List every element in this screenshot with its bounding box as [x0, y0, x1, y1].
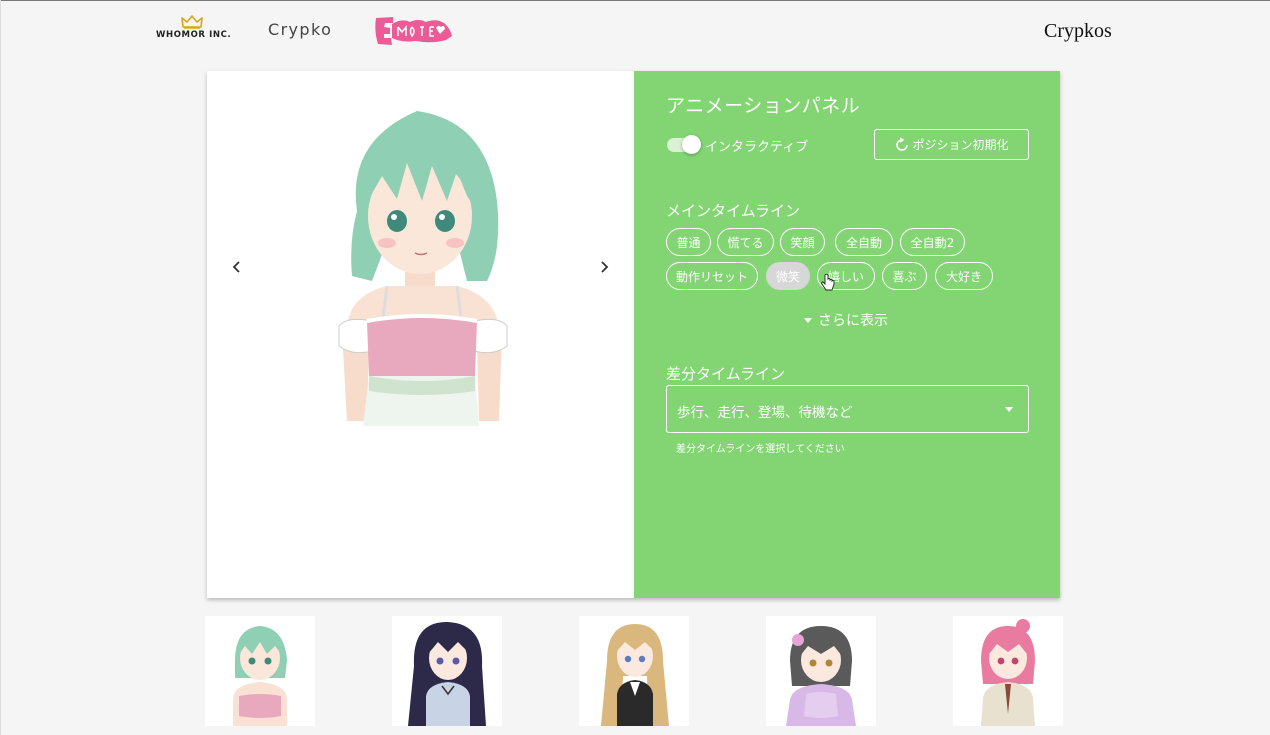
position-reset-label: ポジション初期化 — [912, 138, 1009, 152]
character-viewer[interactable] — [207, 71, 634, 598]
hand-cursor-icon — [821, 274, 835, 291]
refresh-icon — [896, 136, 909, 151]
chip-awateru[interactable]: 慌てる — [717, 228, 774, 256]
character-thumb-1 — [233, 626, 287, 726]
diff-timeline-placeholder: 歩行、走行、登場、待機など — [677, 405, 853, 421]
chip-zenjidou2[interactable]: 全自動2 — [900, 228, 965, 256]
thumbnail-4[interactable] — [766, 616, 876, 726]
prev-button[interactable] — [225, 257, 249, 281]
chip-bishou[interactable]: 微笑 — [766, 262, 810, 290]
interactive-toggle-label: インタラクティブ — [705, 140, 809, 155]
thumbnail-2[interactable] — [392, 616, 502, 726]
chip-zenjidou[interactable]: 全自動 — [835, 228, 893, 256]
panel-title: アニメーションパネル — [666, 95, 861, 117]
chevron-left-icon — [232, 261, 240, 273]
character-thumb-5 — [981, 619, 1035, 726]
chip-futsuu[interactable]: 普通 — [666, 228, 711, 256]
whomor-logo-text: WHOMOR INC. — [156, 30, 232, 40]
animation-panel: アニメーションパネル インタラクティブ ポジション初期化 メインタイムライン 普… — [634, 71, 1060, 598]
left-border — [0, 0, 1, 735]
chip-egao[interactable]: 笑顔 — [780, 228, 825, 256]
diff-timeline-hint: 差分タイムラインを選択してください — [676, 444, 845, 455]
animation-card: アニメーションパネル インタラクティブ ポジション初期化 メインタイムライン 普… — [207, 71, 1060, 598]
emote-logo[interactable] — [372, 14, 456, 48]
character-thumb-4 — [786, 626, 856, 726]
toggle-knob — [682, 135, 701, 154]
main-timeline-label: メインタイムライン — [666, 202, 800, 220]
character-thumb-3 — [601, 624, 669, 726]
crypko-logo[interactable]: Crypko — [268, 20, 332, 39]
show-more-label: さらに表示 — [818, 313, 888, 329]
character-illustration[interactable] — [327, 101, 517, 431]
position-reset-button[interactable]: ポジション初期化 — [874, 129, 1029, 160]
dropdown-caret-icon — [1005, 407, 1013, 412]
crown-icon — [181, 15, 203, 29]
chip-dousa-reset[interactable]: 動作リセット — [666, 262, 758, 290]
diff-timeline-select[interactable]: 歩行、走行、登場、待機など — [666, 385, 1029, 433]
diff-timeline-label: 差分タイムライン — [666, 365, 785, 383]
whomor-logo[interactable]: WHOMOR INC. — [156, 15, 232, 45]
chip-daisuki[interactable]: 大好き — [935, 262, 993, 290]
chevron-right-icon — [601, 261, 609, 273]
thumbnail-5[interactable] — [953, 616, 1063, 726]
caret-down-icon — [804, 317, 812, 323]
thumbnail-3[interactable] — [579, 616, 689, 726]
header: WHOMOR INC. Crypko Crypkos — [0, 1, 1270, 61]
show-more-toggle[interactable]: さらに表示 — [804, 310, 888, 330]
next-button[interactable] — [592, 257, 616, 281]
interactive-toggle[interactable] — [667, 135, 701, 154]
thumbnail-1[interactable] — [205, 616, 315, 726]
site-title[interactable]: Crypkos — [1044, 20, 1112, 43]
chip-yorokobu[interactable]: 喜ぶ — [882, 262, 927, 290]
character-thumb-2 — [408, 621, 486, 726]
